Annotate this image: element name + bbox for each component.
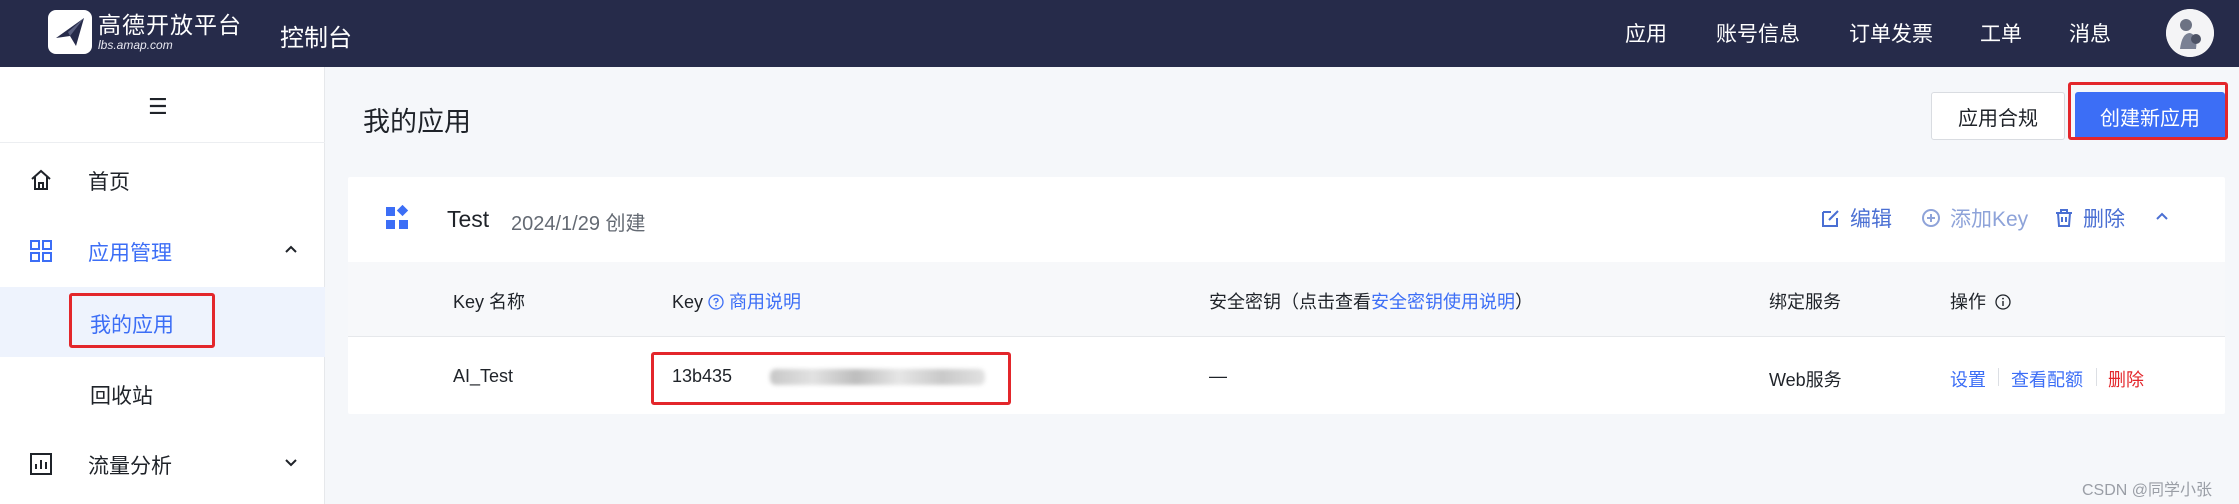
row-key-name: AI_Test [453, 366, 514, 386]
secret-usage-link[interactable]: 安全密钥使用说明 [1371, 292, 1515, 312]
watermark: CSDN @同学小张 [2082, 482, 2213, 499]
operations-header-label: 操作 [1950, 292, 1986, 312]
edit-label: 编辑 [1850, 208, 1892, 231]
user-avatar[interactable] [2166, 9, 2214, 57]
app-grid-icon [386, 205, 409, 229]
column-header-bound-service: 绑定服务 [1769, 292, 1841, 312]
brand-name-en: lbs.amap.com [98, 38, 173, 52]
row-view-quota-link[interactable]: 查看配额 [2011, 366, 2083, 392]
nav-messages[interactable]: 消息 [2069, 18, 2111, 48]
page-title: 我的应用 [363, 107, 471, 137]
operation-separator [2096, 368, 2097, 386]
chevron-up-icon [285, 245, 297, 253]
brand-name[interactable]: 高德开放平台 lbs.amap.com [98, 12, 242, 52]
key-header-label: Key [672, 292, 704, 312]
app-created-date: 2024/1/29 创建 [511, 213, 646, 235]
chevron-down-icon [285, 459, 297, 467]
column-header-key: Key 商用说明 [672, 288, 801, 314]
chart-icon [30, 453, 52, 475]
annotation-highlight-my-apps [69, 293, 215, 348]
question-circle-icon [708, 294, 724, 310]
sidebar: ☰ 首页 应用管理 我的应用 回收站 流量分析 [0, 67, 325, 504]
info-circle-icon[interactable] [1995, 294, 2011, 310]
add-key-label: 添加Key [1950, 208, 2029, 231]
commercial-info-label: 商用说明 [729, 292, 802, 312]
secret-header-prefix: 安全密钥（点击查看 [1209, 292, 1371, 312]
add-key-button[interactable]: 添加Key [1920, 203, 2028, 233]
home-icon [31, 169, 51, 190]
sidebar-item-label: 回收站 [90, 385, 153, 408]
avatar-figure-icon [2166, 9, 2214, 57]
annotation-highlight-create-button [2068, 82, 2228, 140]
sidebar-item-label: 流量分析 [88, 455, 172, 478]
nav-orders-invoices[interactable]: 订单发票 [1849, 18, 1933, 48]
secret-header-suffix: ） [1515, 292, 1533, 312]
menu-collapse-icon[interactable]: ☰ [148, 94, 168, 120]
column-header-secret-key: 安全密钥（点击查看安全密钥使用说明） [1209, 288, 1533, 314]
delete-label: 删除 [2083, 208, 2125, 231]
sidebar-item-app-management[interactable]: 应用管理 [0, 220, 325, 282]
nav-tickets[interactable]: 工单 [1980, 18, 2022, 48]
sidebar-item-label: 应用管理 [88, 242, 172, 265]
row-settings-link[interactable]: 设置 [1950, 366, 1986, 392]
annotation-highlight-key [651, 352, 1011, 405]
trash-icon [2056, 209, 2072, 227]
console-title: 控制台 [280, 25, 352, 52]
app-name: Test [447, 206, 490, 232]
top-navigation-bar: 高德开放平台 lbs.amap.com 控制台 应用 账号信息 订单发票 工单 … [0, 0, 2239, 67]
sidebar-item-recycle-bin[interactable]: 回收站 [0, 358, 325, 428]
sidebar-divider [0, 142, 325, 143]
delete-app-button[interactable]: 删除 [2053, 203, 2125, 233]
edit-icon [1822, 210, 1839, 227]
sidebar-item-label: 首页 [88, 171, 130, 194]
operation-separator [1998, 368, 1999, 386]
grid-icon [30, 240, 52, 262]
row-delete-link[interactable]: 删除 [2108, 366, 2144, 392]
commercial-info-link[interactable]: 商用说明 [708, 292, 801, 312]
edit-app-button[interactable]: 编辑 [1820, 203, 1892, 233]
nav-apps[interactable]: 应用 [1625, 18, 1667, 48]
app-compliance-button[interactable]: 应用合规 [1931, 92, 2065, 140]
sidebar-item-traffic-analysis[interactable]: 流量分析 [0, 433, 325, 495]
column-header-operations: 操作 [1950, 288, 2011, 314]
column-header-key-name: Key 名称 [453, 292, 526, 312]
amap-logo-icon[interactable] [46, 8, 96, 56]
brand-name-cn: 高德开放平台 [98, 12, 242, 38]
row-secret-key: — [1209, 366, 1227, 386]
collapse-chevron-icon[interactable] [2153, 207, 2171, 225]
sidebar-item-home[interactable]: 首页 [0, 149, 325, 211]
nav-account-info[interactable]: 账号信息 [1716, 18, 1800, 48]
plus-circle-icon [1922, 209, 1940, 227]
row-bound-service: Web服务 [1769, 370, 1842, 390]
